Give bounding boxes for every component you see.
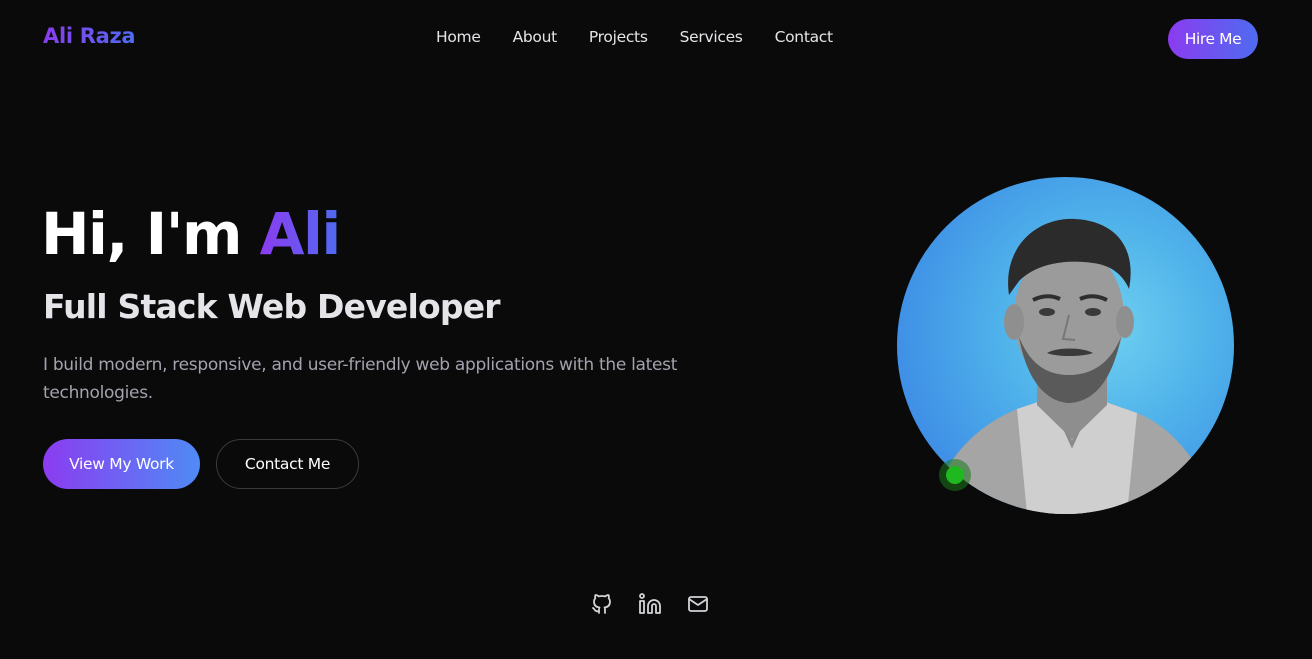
hire-me-button[interactable]: Hire Me [1168, 19, 1258, 59]
mail-icon [688, 596, 708, 612]
hero-greeting: Hi, I'm [41, 200, 260, 268]
view-my-work-button[interactable]: View My Work [43, 439, 200, 489]
linkedin-icon [639, 593, 661, 614]
hero-name: Ali [259, 200, 342, 268]
nav-home[interactable]: Home [436, 28, 481, 46]
nav-services[interactable]: Services [680, 28, 743, 46]
hero-description: I build modern, responsive, and user-fri… [43, 355, 678, 403]
hero-title: Hi, I'm Ali [41, 198, 342, 270]
nav-contact[interactable]: Contact [775, 28, 834, 46]
nav-projects[interactable]: Projects [589, 28, 648, 46]
nav-about[interactable]: About [513, 28, 558, 46]
main-nav: Home About Projects Services Contact [436, 28, 833, 46]
brand-logo[interactable]: Ali Raza [43, 24, 136, 48]
linkedin-link[interactable] [638, 592, 662, 616]
hero-subtitle: Full Stack Web Developer [43, 287, 501, 326]
social-links [590, 592, 710, 616]
contact-me-button[interactable]: Contact Me [216, 439, 359, 489]
portfolio-page: Ali Raza Home About Projects Services Co… [0, 0, 1312, 659]
github-link[interactable] [590, 592, 614, 616]
email-link[interactable] [686, 592, 710, 616]
github-icon [592, 594, 611, 614]
online-status-indicator [939, 459, 971, 491]
